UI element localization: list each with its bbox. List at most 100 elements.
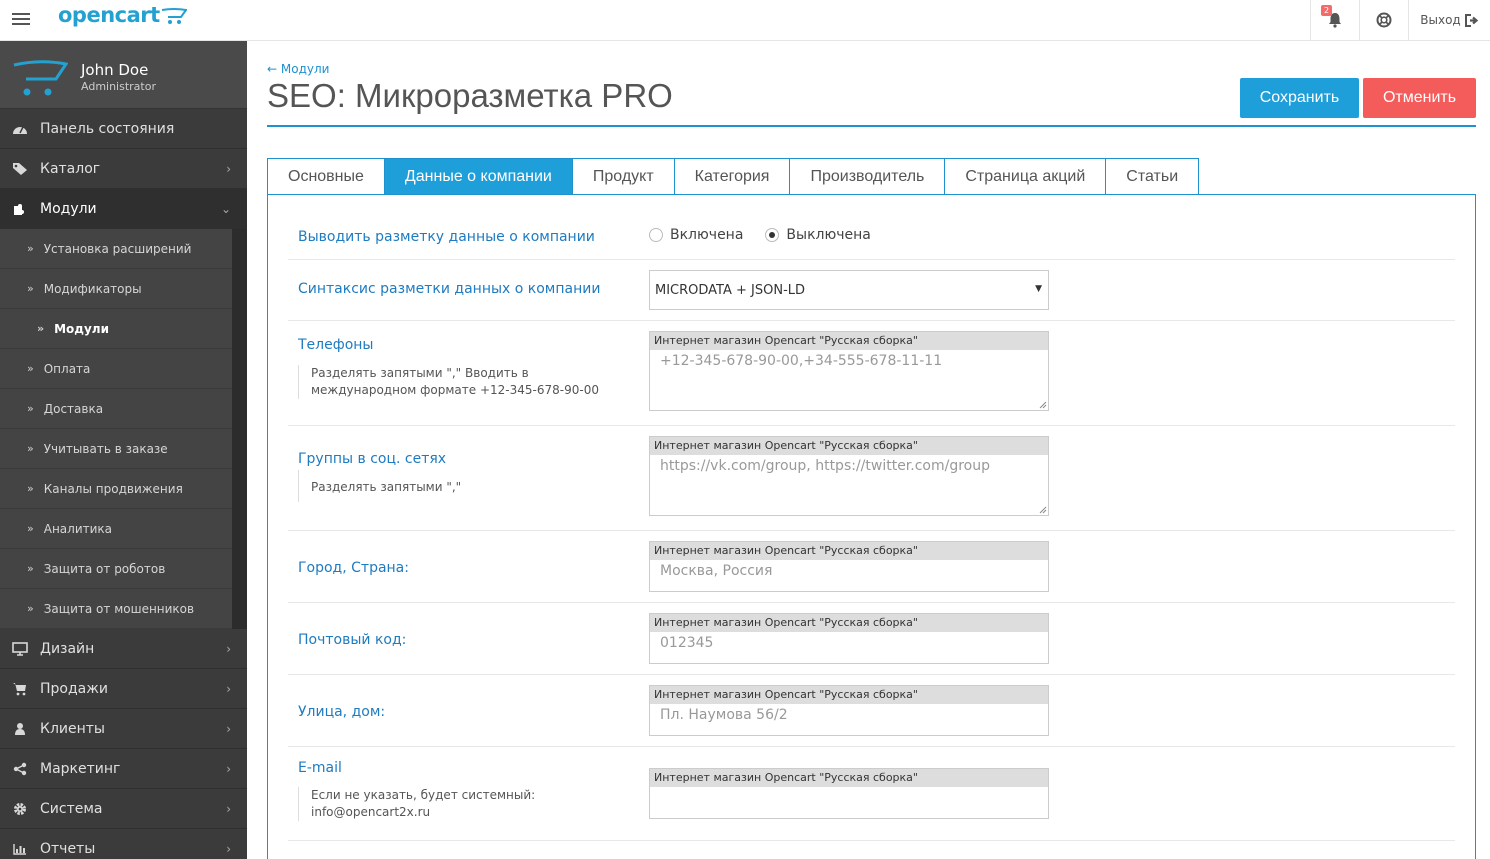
main-content: ← Модули SEO: Микроразметка PRO Сохранит…	[247, 41, 1490, 859]
street-field[interactable]: Интернет магазин Opencart "Русская сборк…	[649, 685, 1049, 736]
tab-general[interactable]: Основные	[267, 158, 384, 195]
form-row-email: E-mail Если не указать, будет системный:…	[288, 747, 1455, 841]
sign-out-icon	[1464, 13, 1478, 27]
city-input[interactable]: Москва, Россия	[650, 560, 1048, 591]
postcode-store-label: Интернет магазин Opencart "Русская сборк…	[650, 614, 1048, 632]
chevron-right-icon: ›	[226, 642, 231, 656]
sidebar-item-marketing[interactable]: Маркетинг ›	[0, 749, 247, 789]
double-chevron-icon: »	[27, 602, 34, 615]
page-title: SEO: Микроразметка PRO	[267, 77, 673, 114]
email-field[interactable]: Интернет магазин Opencart "Русская сборк…	[649, 768, 1049, 819]
chevron-right-icon: ›	[226, 722, 231, 736]
phones-field[interactable]: Интернет магазин Opencart "Русская сборк…	[649, 331, 1049, 411]
sidebar-item-label: Модули	[40, 200, 97, 217]
chevron-right-icon: ›	[226, 842, 231, 856]
radio-enabled-label[interactable]: Включена	[670, 227, 743, 243]
postcode-field[interactable]: Интернет магазин Opencart "Русская сборк…	[649, 613, 1049, 664]
syntax-select[interactable]: MICRODATA + JSON-LD ▼	[649, 270, 1049, 310]
email-store-label: Интернет магазин Opencart "Русская сборк…	[650, 769, 1048, 787]
radio-disabled-label[interactable]: Выключена	[786, 227, 870, 243]
notifications-button[interactable]: 2	[1310, 0, 1359, 40]
sidebar-item-reports[interactable]: Отчеты ›	[0, 829, 247, 859]
phones-help: Разделять запятыми "," Вводить в междуна…	[298, 365, 618, 399]
menu-toggle-icon[interactable]	[12, 11, 30, 27]
double-chevron-icon: »	[27, 442, 34, 455]
form-row-postcode: Почтовый код: Интернет магазин Opencart …	[288, 603, 1455, 675]
submenu-item-order-totals[interactable]: » Учитывать в заказе	[0, 429, 232, 469]
double-chevron-icon: »	[27, 242, 34, 255]
sidebar-item-label: Маркетинг	[40, 760, 121, 777]
city-field[interactable]: Интернет магазин Opencart "Русская сборк…	[649, 541, 1049, 592]
bar-chart-icon	[11, 843, 28, 855]
notification-badge: 2	[1321, 5, 1333, 16]
submenu-item-fraud[interactable]: » Защита от мошенников	[0, 589, 232, 629]
sidebar-item-dashboard[interactable]: Панель состояния	[0, 109, 247, 149]
sidebar-item-customers[interactable]: Клиенты ›	[0, 709, 247, 749]
submenu-item-analytics[interactable]: » Аналитика	[0, 509, 232, 549]
tab-manufacturer[interactable]: Производитель	[789, 158, 945, 195]
sidebar-item-label: Система	[40, 800, 103, 817]
postcode-input[interactable]: 012345	[650, 632, 1048, 663]
submenu-item-label: Аналитика	[43, 521, 113, 536]
submenu-item-label: Учитывать в заказе	[43, 441, 168, 456]
phones-textarea[interactable]: +12-345-678-90-00,+34-555-678-11-11	[650, 350, 1048, 410]
double-chevron-icon: »	[27, 362, 34, 375]
company-data-panel: Выводить разметку данные о компании Вклю…	[267, 194, 1476, 859]
email-label: E-mail	[298, 760, 342, 776]
tab-product[interactable]: Продукт	[571, 158, 674, 195]
chevron-right-icon: ›	[226, 162, 231, 176]
sidebar-item-design[interactable]: Дизайн ›	[0, 629, 247, 669]
tab-company-data[interactable]: Данные о компании	[383, 158, 572, 195]
logo-text: opencart	[58, 3, 160, 27]
city-label: Город, Страна:	[298, 560, 409, 576]
social-field[interactable]: Интернет магазин Opencart "Русская сборк…	[649, 436, 1049, 516]
submenu-item-shipping[interactable]: » Доставка	[0, 389, 232, 429]
chevron-right-icon: ›	[226, 802, 231, 816]
syntax-label: Синтаксис разметки данных о компании	[298, 281, 601, 297]
logout-button[interactable]: Выход	[1408, 0, 1490, 40]
tab-articles[interactable]: Статьи	[1105, 158, 1200, 195]
breadcrumb-back-link[interactable]: ← Модули	[267, 62, 329, 76]
social-textarea[interactable]: https://vk.com/group, https://twitter.co…	[650, 455, 1048, 515]
opencart-logo[interactable]: opencart	[58, 3, 187, 33]
tab-specials-page[interactable]: Страница акций	[944, 158, 1106, 195]
street-input[interactable]: Пл. Наумова 56/2	[650, 704, 1048, 735]
modules-submenu: » Установка расширений » Модификаторы » Мод…	[0, 229, 247, 629]
social-label: Группы в соц. сетях	[298, 451, 447, 467]
submenu-item-extension-installer[interactable]: » Установка расширений	[0, 229, 232, 269]
sidebar-item-modules[interactable]: Модули ⌄	[0, 189, 247, 229]
tab-category[interactable]: Категория	[673, 158, 790, 195]
radio-enabled[interactable]	[649, 228, 663, 242]
cog-icon	[11, 802, 28, 816]
radio-disabled[interactable]	[765, 228, 780, 242]
profile-cart-logo-icon	[13, 60, 68, 96]
help-button[interactable]	[1359, 0, 1408, 40]
sidebar-item-catalog[interactable]: Каталог ›	[0, 149, 247, 189]
form-row-city: Город, Страна: Интернет магазин Opencart…	[288, 531, 1455, 603]
form-row-social: Группы в соц. сетях Разделять запятыми "…	[288, 426, 1455, 531]
submenu-item-modifications[interactable]: » Модификаторы	[0, 269, 232, 309]
share-icon	[11, 762, 28, 776]
monitor-icon	[11, 641, 28, 656]
submenu-item-captcha[interactable]: » Защита от роботов	[0, 549, 232, 589]
tag-icon	[11, 162, 28, 176]
resize-handle-icon[interactable]	[1039, 401, 1047, 409]
dashboard-icon	[11, 123, 28, 135]
sidebar-item-label: Панель состояния	[40, 120, 175, 137]
submenu-item-feeds[interactable]: » Каналы продвижения	[0, 469, 232, 509]
double-chevron-icon: »	[27, 562, 34, 575]
form-row-street: Улица, дом: Интернет магазин Opencart "Р…	[288, 675, 1455, 747]
submenu-scrollbar[interactable]	[232, 229, 247, 629]
email-input[interactable]	[650, 787, 1048, 818]
cancel-button[interactable]: Отменить	[1363, 78, 1476, 118]
sidebar-item-system[interactable]: Система ›	[0, 789, 247, 829]
cart-icon	[11, 682, 28, 696]
form-row-show-markup: Выводить разметку данные о компании Вклю…	[288, 195, 1455, 260]
form-row-phones: Телефоны Разделять запятыми "," Вводить …	[288, 321, 1455, 426]
submenu-item-modules[interactable]: » Модули	[0, 309, 232, 349]
sidebar-item-sales[interactable]: Продажи ›	[0, 669, 247, 709]
resize-handle-icon[interactable]	[1039, 506, 1047, 514]
save-button[interactable]: Сохранить	[1240, 78, 1359, 118]
submenu-item-payment[interactable]: » Оплата	[0, 349, 232, 389]
user-profile[interactable]: John Doe Administrator	[0, 41, 247, 109]
